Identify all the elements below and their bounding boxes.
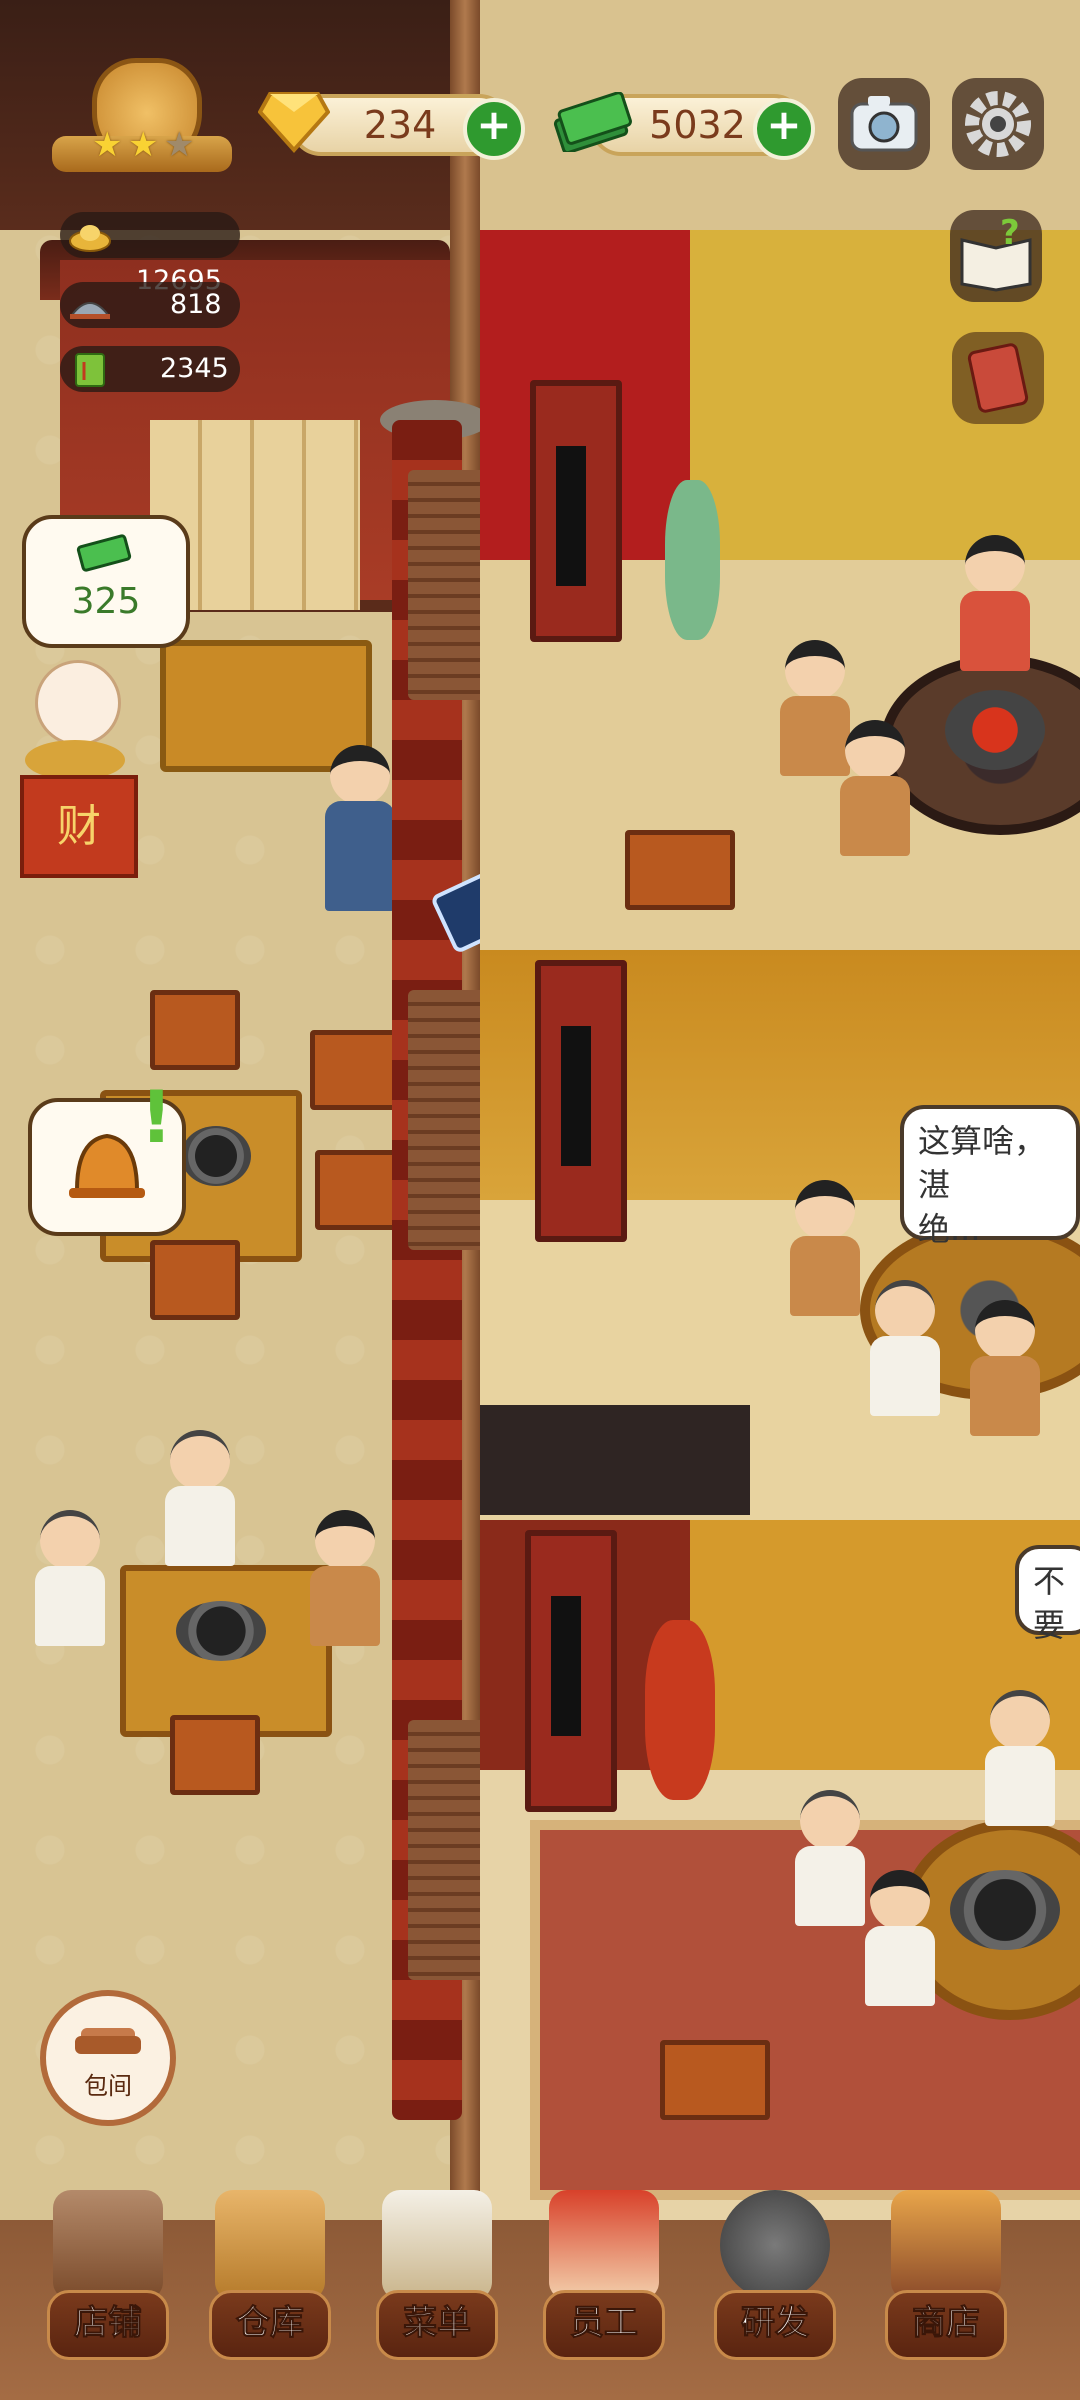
hotpot <box>181 1126 251 1186</box>
lobby-chair[interactable] <box>310 1030 400 1110</box>
warehouse-boxes-icon <box>215 2190 325 2300</box>
dishes-stat: 818 <box>60 282 240 328</box>
gear-icon <box>965 91 1031 157</box>
gold-ingot-icon <box>60 212 120 258</box>
tip-cash-bubble[interactable]: 325 <box>22 515 190 648</box>
guide-book-button[interactable]: ? <box>950 210 1042 302</box>
customer-npc[interactable] <box>795 1790 865 1926</box>
tip-amount: 325 <box>71 581 141 622</box>
customer-npc[interactable] <box>165 1430 235 1566</box>
lobby-table[interactable] <box>120 1565 332 1737</box>
star-empty-icon: ★ <box>164 125 195 165</box>
room-chair[interactable] <box>625 830 735 910</box>
hotpot <box>945 690 1045 770</box>
gem-icon <box>257 88 331 154</box>
nav-menu[interactable]: 菜单 <box>357 2190 517 2390</box>
menu-clipboard-icon <box>382 2190 492 2300</box>
nav-research[interactable]: 研发 <box>695 2190 855 2390</box>
hotpot <box>176 1601 266 1661</box>
customer-npc[interactable] <box>840 720 910 856</box>
lobby-chair[interactable] <box>170 1715 260 1795</box>
exclamation-icon: ! <box>140 1075 173 1159</box>
nav-staff[interactable]: 员工 <box>524 2190 684 2390</box>
nav-warehouse-label: 仓库 <box>209 2290 331 2360</box>
air-conditioner <box>530 380 622 642</box>
lucky-cat-decoration[interactable]: 财 <box>15 660 138 878</box>
waiter-npc[interactable] <box>325 745 395 911</box>
cash-amount: 5032 <box>649 103 746 147</box>
customer-npc[interactable] <box>870 1280 940 1416</box>
svg-text:?: ? <box>1000 213 1020 253</box>
private-room-button[interactable]: 包间 <box>40 1990 176 2126</box>
lobby-chair[interactable] <box>150 1240 240 1320</box>
customer-npc[interactable] <box>310 1510 380 1646</box>
room-chair[interactable] <box>660 2040 770 2120</box>
vase-decoration <box>665 480 720 640</box>
nav-store-label: 商店 <box>885 2290 1007 2360</box>
air-conditioner <box>525 1530 617 1812</box>
fortune-sign: 财 <box>20 775 138 878</box>
research-wok-icon <box>720 2190 830 2300</box>
add-gems-button[interactable]: + <box>463 98 525 160</box>
nav-shop-label: 店铺 <box>47 2290 169 2360</box>
customer-npc[interactable] <box>960 535 1030 671</box>
star-icon: ★ <box>128 125 159 165</box>
customer-npc[interactable] <box>970 1300 1040 1436</box>
customer-npc[interactable] <box>790 1180 860 1316</box>
camera-icon <box>850 96 918 152</box>
store-front-icon <box>891 2190 1001 2300</box>
menu-points-stat: 2345 <box>60 346 240 392</box>
star-icon: ★ <box>92 125 123 165</box>
customer-speech-bubble: 这算啥，湛 绝... <box>900 1105 1080 1248</box>
restaurant-rank-badge[interactable]: ★ ★ ★ <box>52 58 232 188</box>
customer-speech-bubble: 不要 <box>1015 1545 1080 1644</box>
cash-icon <box>74 533 134 577</box>
nav-staff-label: 员工 <box>543 2290 665 2360</box>
lobby-chair[interactable] <box>150 990 240 1070</box>
coins-stat: 12695 <box>60 212 240 296</box>
nav-warehouse[interactable]: 仓库 <box>190 2190 350 2390</box>
dragon-vase-decoration <box>645 1620 715 1800</box>
add-cash-button[interactable]: + <box>753 98 815 160</box>
customer-npc[interactable] <box>35 1510 105 1646</box>
shop-house-icon <box>53 2190 163 2300</box>
customer-npc[interactable] <box>985 1690 1055 1826</box>
sideboard <box>480 1405 750 1515</box>
staff-chef-icon <box>549 2190 659 2300</box>
gold-plate <box>25 740 125 780</box>
lucky-cat-icon <box>35 660 121 746</box>
help-book-icon: ? <box>960 213 1032 292</box>
nav-research-label: 研发 <box>714 2290 836 2360</box>
air-conditioner <box>535 960 627 1242</box>
dishes-value: 818 <box>170 289 222 320</box>
settings-button[interactable] <box>952 78 1044 170</box>
menu-points-value: 2345 <box>160 353 229 384</box>
serving-tray-icon <box>60 282 120 328</box>
customer-npc[interactable] <box>865 1870 935 2006</box>
menu-card-icon <box>60 346 120 392</box>
nav-store[interactable]: 商店 <box>866 2190 1026 2390</box>
camera-button[interactable] <box>838 78 930 170</box>
sofa-icon <box>75 2028 141 2054</box>
nav-menu-label: 菜单 <box>376 2290 498 2360</box>
private-room-label: 包间 <box>84 2072 132 2100</box>
hotpot <box>950 1870 1060 1950</box>
gem-amount: 234 <box>363 103 437 147</box>
nav-shop[interactable]: 店铺 <box>28 2190 188 2390</box>
cash-stack-icon <box>552 91 632 155</box>
recipe-book-button[interactable] <box>952 332 1044 424</box>
recipe-book-icon <box>967 343 1029 413</box>
